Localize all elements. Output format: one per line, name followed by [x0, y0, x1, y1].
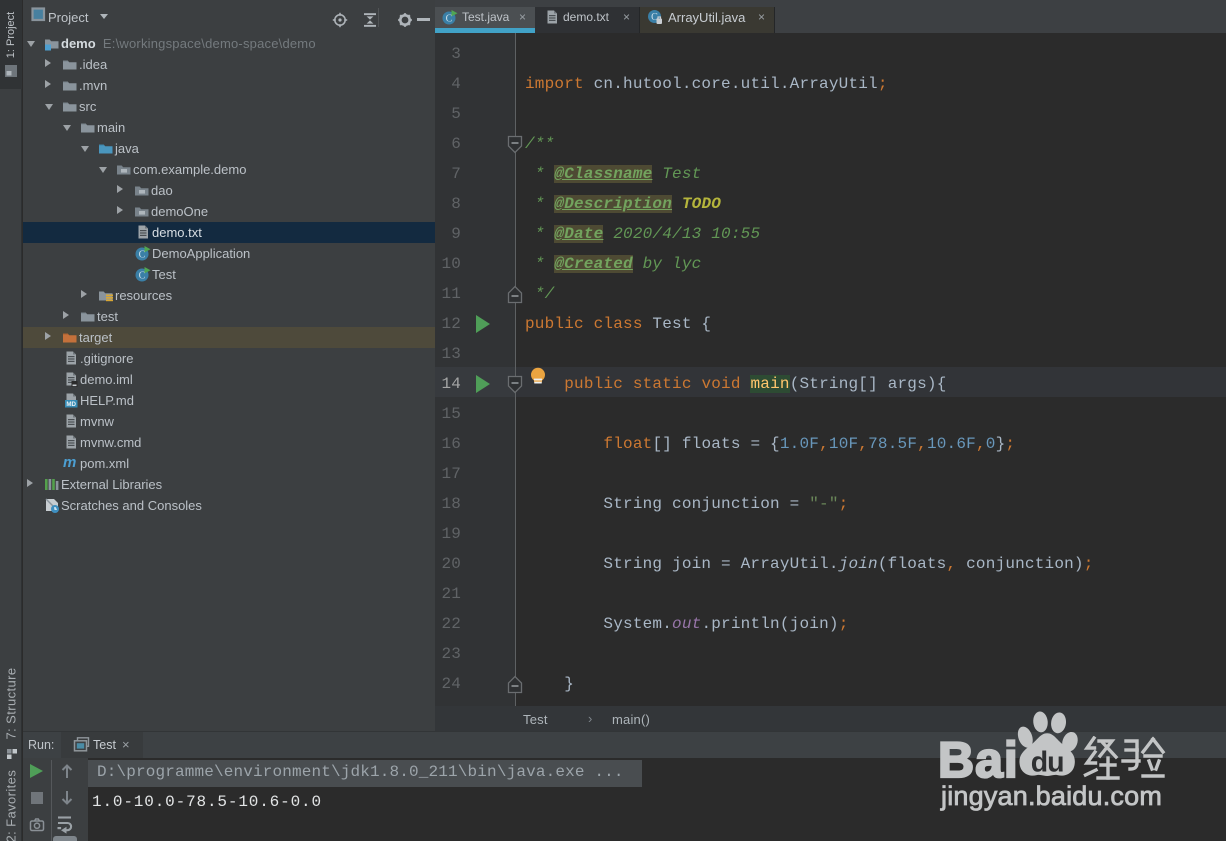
svg-text:du: du	[1031, 746, 1064, 778]
